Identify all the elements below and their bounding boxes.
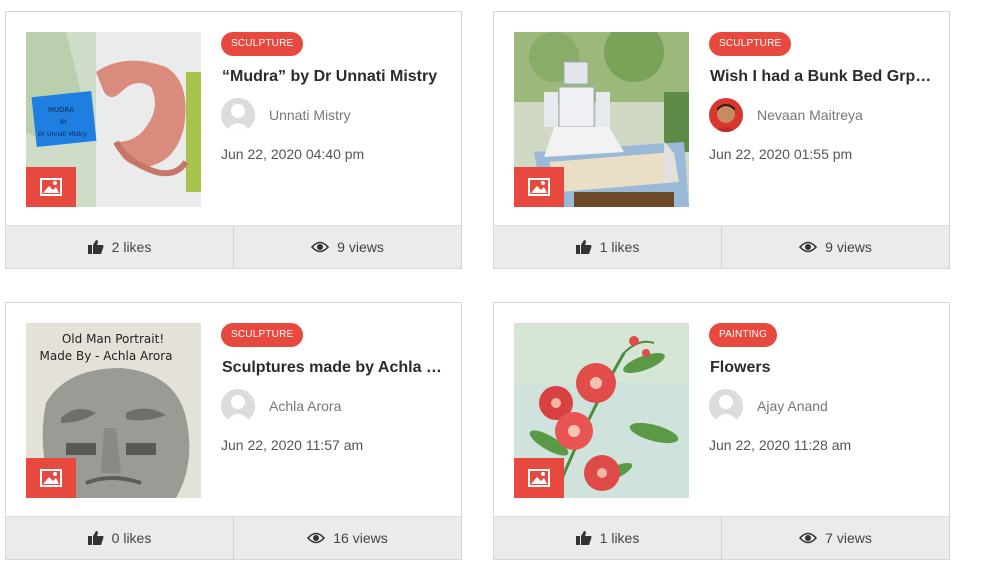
- image-caption-line: Dr Unnati Mistry: [38, 131, 87, 138]
- author-info[interactable]: Ajay Anand: [709, 389, 828, 423]
- eye-icon: [799, 241, 818, 253]
- user-avatar-icon: [221, 98, 255, 132]
- eye-icon: [799, 532, 818, 544]
- post-card[interactable]: PAINTING Flowers Ajay Anand Jun 22, 2020…: [493, 302, 950, 560]
- author-info[interactable]: Unnati Mistry: [221, 98, 351, 132]
- author-info[interactable]: Achla Arora: [221, 389, 341, 423]
- views-count: 9 views: [825, 239, 872, 255]
- user-avatar-icon: [221, 389, 255, 423]
- image-caption-line: MUDRA: [48, 106, 74, 114]
- category-badge[interactable]: SCULPTURE: [221, 32, 304, 56]
- likes-count: 2 likes: [111, 239, 152, 255]
- user-avatar-icon: [709, 389, 743, 423]
- post-card[interactable]: Old Man Portrait! Made By - Achla Arora …: [5, 302, 462, 560]
- likes-stat[interactable]: 1 likes: [494, 517, 721, 559]
- post-title[interactable]: “Mudra” by Dr Unnati Mistry: [222, 68, 446, 86]
- views-count: 9 views: [337, 239, 384, 255]
- image-icon: [26, 167, 76, 207]
- likes-stat[interactable]: 2 likes: [6, 226, 233, 268]
- card-footer: 0 likes 16 views: [6, 516, 461, 559]
- thumbs-up-icon: [575, 240, 592, 254]
- card-footer: 1 likes 9 views: [494, 225, 949, 268]
- likes-count: 0 likes: [111, 530, 152, 546]
- author-name[interactable]: Ajay Anand: [757, 398, 828, 414]
- post-thumbnail[interactable]: [514, 32, 689, 207]
- views-stat: 7 views: [721, 517, 949, 559]
- image-icon: [26, 458, 76, 498]
- image-caption-line: Made By - Achla Arora: [39, 349, 172, 363]
- author-name[interactable]: Unnati Mistry: [269, 107, 351, 123]
- post-date: Jun 22, 2020 01:55 pm: [709, 146, 853, 162]
- category-badge[interactable]: SCULPTURE: [221, 323, 304, 347]
- likes-count: 1 likes: [599, 530, 640, 546]
- author-info[interactable]: Nevaan Maitreya: [709, 98, 863, 132]
- image-caption-line: BY: [60, 119, 68, 126]
- thumbs-up-icon: [87, 240, 104, 254]
- thumbs-up-icon: [575, 531, 592, 545]
- card-footer: 2 likes 9 views: [6, 225, 461, 268]
- image-icon: [514, 458, 564, 498]
- category-badge[interactable]: SCULPTURE: [709, 32, 792, 56]
- likes-stat[interactable]: 0 likes: [6, 517, 233, 559]
- views-count: 16 views: [333, 530, 388, 546]
- eye-icon: [307, 532, 326, 544]
- post-date: Jun 22, 2020 11:57 am: [221, 437, 364, 453]
- thumbs-up-icon: [87, 531, 104, 545]
- post-title[interactable]: Flowers: [710, 359, 934, 377]
- eye-icon: [311, 241, 330, 253]
- likes-stat[interactable]: 1 likes: [494, 226, 721, 268]
- category-badge[interactable]: PAINTING: [709, 323, 778, 347]
- image-caption-line: Old Man Portrait!: [62, 332, 164, 346]
- post-date: Jun 22, 2020 11:28 am: [709, 437, 852, 453]
- card-footer: 1 likes 7 views: [494, 516, 949, 559]
- post-thumbnail[interactable]: Old Man Portrait! Made By - Achla Arora: [26, 323, 201, 498]
- views-stat: 9 views: [721, 226, 949, 268]
- post-card[interactable]: MUDRA BY Dr Unnati Mistry SCULPTURE “Mud…: [5, 11, 462, 269]
- views-stat: 16 views: [233, 517, 461, 559]
- post-date: Jun 22, 2020 04:40 pm: [221, 146, 365, 162]
- post-card[interactable]: SCULPTURE Wish I had a Bunk Bed Grp… Nev…: [493, 11, 950, 269]
- image-icon: [514, 167, 564, 207]
- likes-count: 1 likes: [599, 239, 640, 255]
- post-title[interactable]: Sculptures made by Achla …: [222, 359, 446, 377]
- user-avatar-icon: [709, 98, 743, 132]
- author-name[interactable]: Achla Arora: [269, 398, 341, 414]
- views-stat: 9 views: [233, 226, 461, 268]
- post-thumbnail[interactable]: [514, 323, 689, 498]
- views-count: 7 views: [825, 530, 872, 546]
- post-title[interactable]: Wish I had a Bunk Bed Grp…: [710, 68, 934, 86]
- post-thumbnail[interactable]: MUDRA BY Dr Unnati Mistry: [26, 32, 201, 207]
- author-name[interactable]: Nevaan Maitreya: [757, 107, 863, 123]
